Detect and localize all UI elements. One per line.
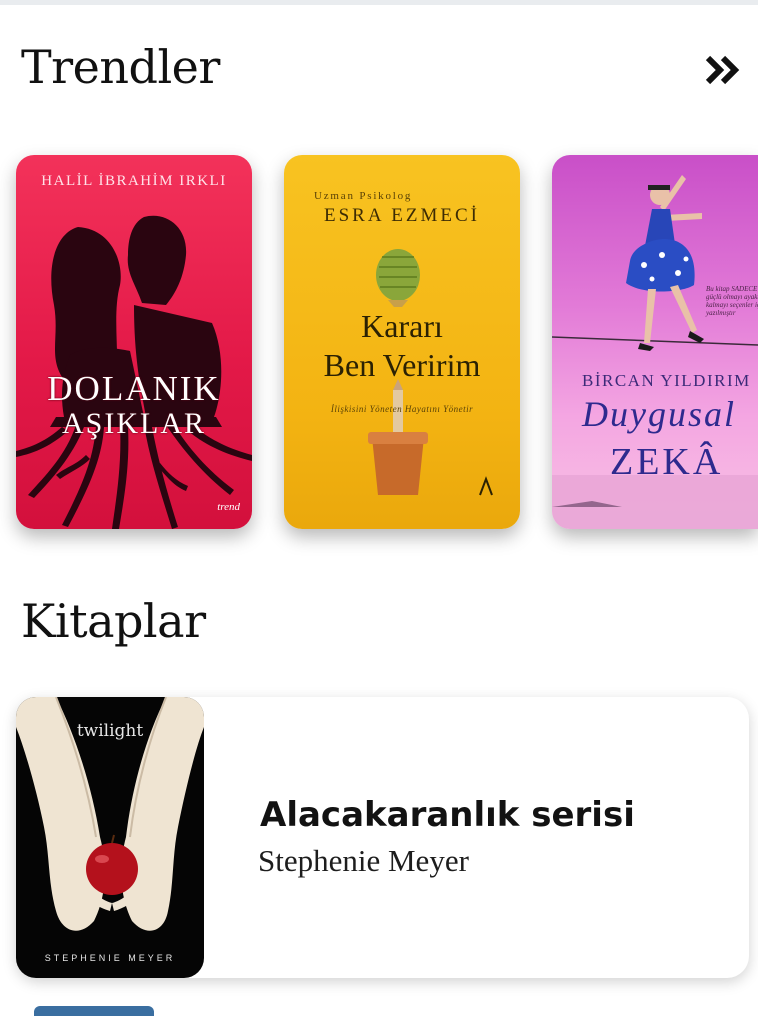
book-title-line1: Duygusal: [582, 394, 736, 434]
cover-author: STEPHENIE MEYER: [44, 953, 176, 963]
see-all-trending-button[interactable]: [704, 52, 744, 88]
book-title-line1: DOLANIK: [47, 369, 221, 408]
book-list-item[interactable]: twilight STEPHENIE MEYER Alacakaranlık s…: [16, 697, 749, 978]
book-author: ESRA EZMECİ: [324, 205, 480, 226]
book-title: Alacakaranlık serisi: [260, 795, 635, 835]
books-section-title: Kitaplar: [21, 594, 206, 648]
trending-book-card[interactable]: HALİL İBRAHİM IRKLI DOLANIK AŞIKLAR tren…: [16, 155, 252, 529]
trending-book-card[interactable]: Uzman Psikolog ESRA EZMECİ Kararı Ben Ve…: [284, 155, 520, 529]
book-author: BİRCAN YILDIRIM: [582, 371, 751, 390]
book-tagline: İlişkisini Yöneten Hayatını Yönetir: [330, 404, 474, 414]
book-title-line1: Kararı: [361, 308, 443, 344]
cover-logo: twilight: [76, 721, 144, 741]
book-author: Stephenie Meyer: [258, 843, 469, 878]
trending-book-card[interactable]: Bu kitap SADECE güçlü olmayı ayakta kalm…: [552, 155, 758, 529]
next-list-item-peek[interactable]: [34, 1006, 154, 1016]
status-divider: [0, 0, 758, 5]
couple-silhouette-illustration: [16, 215, 252, 529]
book-subtitle: Uzman Psikolog: [314, 190, 413, 202]
book-cover: twilight STEPHENIE MEYER: [16, 697, 204, 978]
trending-section-title: Trendler: [21, 40, 220, 94]
book-author: HALİL İBRAHİM IRKLI: [41, 173, 227, 189]
book-title-line2: AŞIKLAR: [61, 407, 206, 440]
book-blurb: Bu kitap SADECE güçlü olmayı ayakta kalm…: [706, 285, 758, 317]
book-title-line2: Ben Veririm: [323, 347, 481, 383]
publisher-logo: trend: [217, 501, 240, 513]
double-chevron-right-icon: [705, 55, 740, 85]
book-title-line2: ZEKÂ: [610, 441, 724, 483]
